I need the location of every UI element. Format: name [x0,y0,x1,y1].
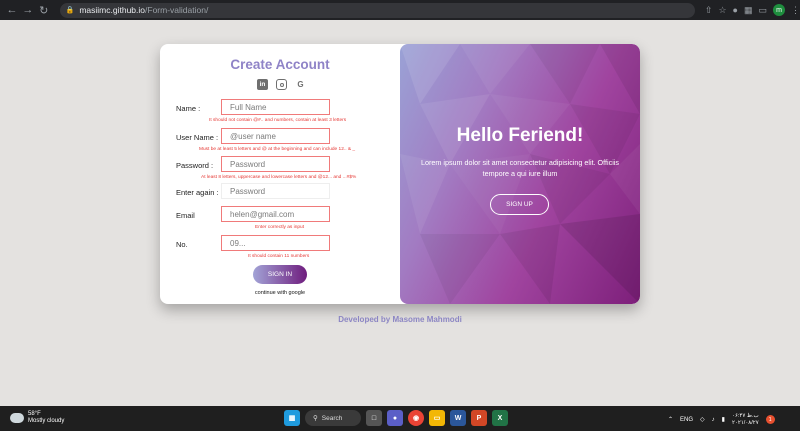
clock[interactable]: ب.ظ ۰۶:۴۷ ۲۰۲۱/۰۸/۲۷ [732,413,759,426]
username-input[interactable] [221,128,330,144]
social-links: in G [257,79,306,90]
developer-credit: Developed by Masome Mahmodi [0,315,800,324]
password-input[interactable] [221,156,330,172]
welcome-text: Lorem ipsum dolor sit amet consectetur a… [420,158,619,178]
email-error: Enter correctly as input [255,225,305,230]
reload-icon[interactable]: ↻ [36,2,52,18]
menu-kebab-icon[interactable]: ⋮ [791,5,800,16]
signup-card: Create Account in G Name : It should not… [160,44,640,304]
bookmark-star-icon[interactable]: ☆ [718,5,726,16]
phone-input[interactable] [221,235,330,251]
sign-in-button[interactable]: SIGN IN [253,265,307,284]
welcome-overlay-panel: Hello Feriend! Lorem ipsum dolor sit ame… [400,44,640,304]
taskbar-apps: ▦ ⚲ Search □ ● ◉ ▭ W P X [284,410,508,426]
taskbar-search[interactable]: ⚲ Search [305,410,361,426]
password-label: Password : [176,161,214,170]
language-indicator[interactable]: ENG [680,417,693,423]
search-label: Search [321,414,343,422]
volume-icon[interactable]: ♪ [712,417,715,423]
system-tray: ⌃ ENG ◇ ♪ ▮ ب.ظ ۰۶:۴۷ ۲۰۲۱/۰۸/۲۷ 1 [668,413,775,426]
sidepanel-icon[interactable]: ▭ [758,5,767,16]
phone-label: No. [176,240,188,249]
form-title: Create Account [230,57,330,72]
word-icon[interactable]: W [450,410,466,426]
confirm-password-label: Enter again : [176,188,219,197]
profile-avatar[interactable]: m [772,4,785,16]
name-label: Name : [176,104,201,113]
address-bar[interactable]: 🔒 masiimc.github.io/Form-validation/ [59,2,695,18]
sign-up-button[interactable]: SIGN UP [490,194,549,215]
form-panel: Create Account in G Name : It should not… [160,44,400,304]
password-error: At least 8 letters, uppercase and lowerc… [201,175,357,180]
extensions-area: ⇧ ☆ ● ▦ ▭ m ⋮ [705,4,800,16]
windows-taskbar: 58°F Mostly cloudy ▦ ⚲ Search □ ● ◉ ▭ W P… [0,406,800,431]
username-error: Must be at least 5 letters and @ at the … [199,147,356,152]
credit-name: Masome Mahmodi [392,315,462,324]
email-input[interactable] [221,206,330,222]
url-path: /Form-validation/ [145,5,209,15]
google-icon[interactable]: G [295,79,306,90]
wifi-icon[interactable]: ◇ [700,416,705,423]
clock-time: ب.ظ ۰۶:۴۷ [732,413,759,419]
url-host: masiimc.github.io [79,5,146,15]
cloud-icon [10,413,24,423]
browser-toolbar: ← → ↻ 🔒 masiimc.github.io/Form-validatio… [0,0,800,20]
start-windows-icon[interactable]: ▦ [284,410,300,426]
name-error: It should not contain @#.. and numbers, … [209,118,347,123]
battery-icon[interactable]: ▮ [722,416,725,423]
linkedin-icon[interactable]: in [257,79,268,90]
email-label: Email [176,211,195,220]
phone-error: It should contain 11 numbers [248,254,310,259]
teams-icon[interactable]: ● [387,410,403,426]
lock-icon: 🔒 [65,7,75,14]
clock-date: ۲۰۲۱/۰۸/۲۷ [731,419,759,426]
powerpoint-icon[interactable]: P [471,410,487,426]
extension-icon[interactable]: ● [733,5,738,15]
search-icon: ⚲ [313,415,318,422]
notification-badge-icon[interactable]: 1 [765,415,775,424]
username-label: User Name : [176,133,219,142]
weather-condition: Mostly cloudy [28,418,65,424]
name-input[interactable] [221,99,330,115]
chevron-up-icon[interactable]: ⌃ [668,416,673,423]
weather-temperature: 58°F [28,411,41,417]
task-view-icon[interactable]: □ [366,410,382,426]
weather-widget[interactable]: 58°F Mostly cloudy [10,411,64,425]
excel-icon[interactable]: X [492,410,508,426]
credit-prefix: Developed by [338,315,393,324]
google-continue-text[interactable]: continue with google [160,290,400,296]
forward-icon[interactable]: → [20,2,36,18]
puzzle-icon[interactable]: ▦ [744,5,753,16]
file-explorer-icon[interactable]: ▭ [429,410,445,426]
chrome-icon[interactable]: ◉ [408,410,424,426]
back-icon[interactable]: ← [4,2,20,18]
instagram-icon[interactable] [276,79,287,90]
confirm-password-input[interactable] [221,183,330,199]
share-icon[interactable]: ⇧ [705,5,713,16]
welcome-heading: Hello Feriend! [456,125,584,146]
